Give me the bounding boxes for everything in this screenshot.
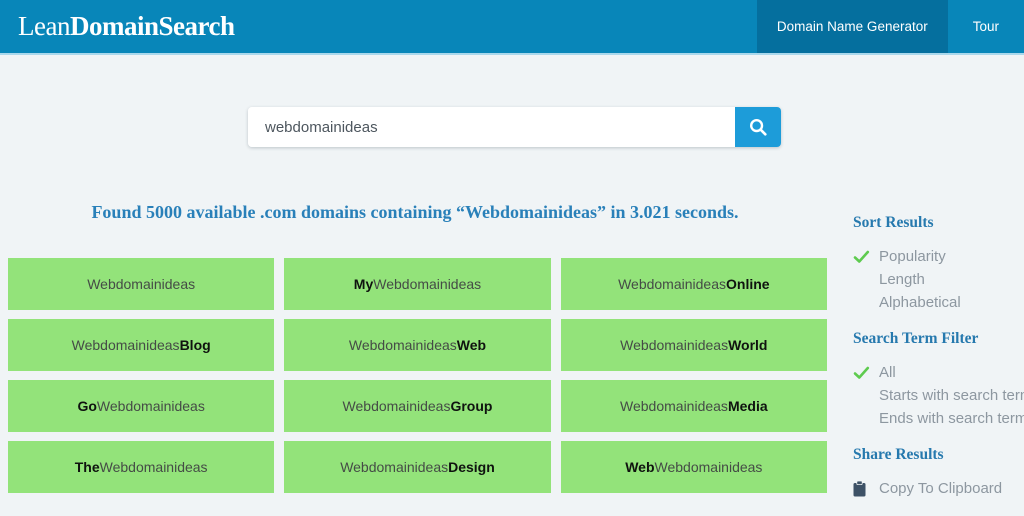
sidebar-section-title-share-results: Share Results (853, 446, 1024, 464)
sidebar-section-list: Copy To Clipboard (853, 477, 1024, 500)
sidebar-item-all[interactable]: All (853, 361, 1024, 384)
sidebar-item-label: Popularity (879, 248, 946, 265)
domain-button-webwebdomainideas[interactable]: WebWebdomainideas (561, 441, 827, 493)
domain-text-segment: Webdomainideas (620, 337, 728, 353)
domain-text-segment: Web (625, 459, 654, 475)
search-bar (248, 107, 781, 147)
domain-text-segment: Webdomainideas (373, 276, 481, 292)
sidebar-item-label: Starts with search term (879, 387, 1024, 404)
domain-text-segment: Online (726, 276, 770, 292)
domain-button-thewebdomainideas[interactable]: TheWebdomainideas (8, 441, 274, 493)
domain-text-segment: Webdomainideas (72, 337, 180, 353)
domain-text-segment: Web (457, 337, 486, 353)
domain-text-segment: Group (450, 398, 492, 414)
domain-text-segment: Media (728, 398, 768, 414)
domain-button-webdomainideasblog[interactable]: WebdomainideasBlog (8, 319, 274, 371)
domain-text-segment: My (354, 276, 373, 292)
sidebar-item-copy-to-clipboard[interactable]: Copy To Clipboard (853, 477, 1024, 500)
sidebar-item-popularity[interactable]: Popularity (853, 245, 1024, 268)
app-header: LeanDomainSearch Domain Name Generator T… (0, 0, 1024, 55)
sidebar-section-title-sort-results: Sort Results (853, 214, 1024, 232)
domain-text-segment: The (75, 459, 100, 475)
domain-text-segment: Webdomainideas (343, 398, 451, 414)
sidebar: Sort Results Popularity Length Alphabetical… (853, 214, 1024, 516)
sidebar-item-label: Length (879, 271, 925, 288)
domain-button-webdomainideasmedia[interactable]: WebdomainideasMedia (561, 380, 827, 432)
check-icon (853, 250, 879, 264)
domain-text-segment: Go (77, 398, 96, 414)
check-icon (853, 366, 879, 380)
sidebar-item-label: Alphabetical (879, 294, 961, 311)
page: LeanDomainSearch Domain Name Generator T… (0, 0, 1024, 499)
sidebar-item-alphabetical[interactable]: Alphabetical (853, 291, 1024, 314)
sidebar-item-length[interactable]: Length (853, 268, 1024, 291)
domain-text-segment: Design (448, 459, 495, 475)
domain-text-segment: Webdomainideas (620, 398, 728, 414)
domain-text-segment: Webdomainideas (87, 276, 195, 292)
domain-button-webdomainideas[interactable]: Webdomainideas (8, 258, 274, 310)
sidebar-section-list: Popularity Length Alphabetical (853, 245, 1024, 314)
domain-button-webdomainideasgroup[interactable]: WebdomainideasGroup (284, 380, 550, 432)
sidebar-section-title-search-term-filter: Search Term Filter (853, 330, 1024, 348)
sidebar-item-label: All (879, 364, 896, 381)
domain-button-webdomainideasweb[interactable]: WebdomainideasWeb (284, 319, 550, 371)
search-icon (749, 118, 768, 137)
results-message: Found 5000 available .com domains contai… (0, 202, 830, 223)
domain-text-segment: Blog (180, 337, 211, 353)
domain-text-segment: Webdomainideas (100, 459, 208, 475)
domain-text-segment: World (728, 337, 767, 353)
domain-text-segment: Webdomainideas (340, 459, 448, 475)
domain-button-webdomainideasworld[interactable]: WebdomainideasWorld (561, 319, 827, 371)
sidebar-item-label: Ends with search term (879, 410, 1024, 427)
domain-text-segment: Webdomainideas (618, 276, 726, 292)
domain-button-mywebdomainideas[interactable]: MyWebdomainideas (284, 258, 550, 310)
nav-item-domain-name-generator[interactable]: Domain Name Generator (757, 0, 948, 53)
domain-button-gowebdomainideas[interactable]: GoWebdomainideas (8, 380, 274, 432)
logo[interactable]: LeanDomainSearch (18, 11, 234, 42)
domain-text-segment: Webdomainideas (349, 337, 457, 353)
domain-results-grid: WebdomainideasMyWebdomainideasWebdomaini… (8, 258, 827, 493)
domain-text-segment: Webdomainideas (655, 459, 763, 475)
logo-domainsearch: DomainSearch (70, 11, 235, 41)
header-nav: Domain Name Generator Tour (757, 0, 1024, 53)
sidebar-section-list: All Starts with search term Ends with sear… (853, 361, 1024, 430)
logo-lean: Lean (18, 11, 70, 41)
clipboard-icon (853, 481, 879, 497)
domain-button-webdomainideasdesign[interactable]: WebdomainideasDesign (284, 441, 550, 493)
search-input[interactable] (248, 107, 735, 147)
sidebar-item-ends-with-search-term[interactable]: Ends with search term (853, 407, 1024, 430)
nav-item-tour[interactable]: Tour (948, 0, 1024, 53)
sidebar-item-label: Copy To Clipboard (879, 480, 1002, 497)
domain-button-webdomainideasonline[interactable]: WebdomainideasOnline (561, 258, 827, 310)
sidebar-item-starts-with-search-term[interactable]: Starts with search term (853, 384, 1024, 407)
domain-text-segment: Webdomainideas (97, 398, 205, 414)
search-button[interactable] (735, 107, 781, 147)
